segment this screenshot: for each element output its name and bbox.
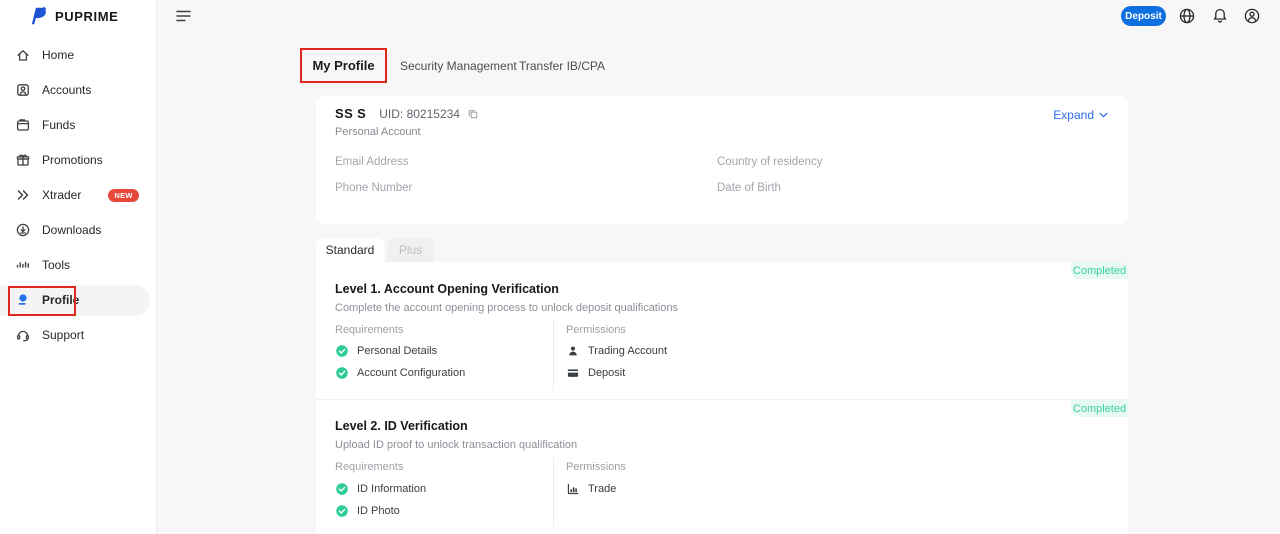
account-type: Personal Account — [335, 126, 421, 138]
check-circle-icon — [335, 482, 349, 496]
person-icon — [566, 344, 580, 358]
verification-panel: Completed Level 1. Account Opening Verif… — [316, 262, 1128, 534]
requirement-label: Account Configuration — [357, 367, 465, 379]
sidebar-item-accounts[interactable]: Accounts — [0, 75, 156, 105]
requirement-item: Account Configuration — [335, 366, 465, 380]
permission-item: Trading Account — [566, 344, 667, 358]
notifications-bell-icon[interactable] — [1211, 7, 1229, 25]
sidebar-item-promotions[interactable]: Promotions — [0, 145, 156, 175]
copy-uid-icon[interactable] — [467, 108, 479, 120]
level-description: Complete the account opening process to … — [335, 302, 678, 314]
sidebar-item-downloads[interactable]: Downloads — [0, 215, 156, 245]
column-divider — [553, 457, 554, 527]
permission-item: Deposit — [566, 366, 625, 380]
brand-logo[interactable]: PUPRIME — [27, 5, 118, 27]
sidebar-item-support[interactable]: Support — [0, 320, 156, 350]
sidebar-item-xtrader[interactable]: Xtrader NEW — [0, 180, 156, 210]
user-uid: UID: 80215234 — [379, 107, 460, 121]
user-name: SS S — [335, 106, 366, 121]
profile-summary-card: SS S UID: 80215234 Expand Personal Accou… — [316, 96, 1128, 224]
tab-plus[interactable]: Plus — [387, 238, 434, 262]
account-avatar-icon[interactable] — [1243, 7, 1261, 25]
sidebar-item-profile[interactable]: Profile — [0, 285, 156, 315]
headset-icon — [15, 327, 31, 343]
tab-security-management[interactable]: Security Management — [400, 59, 517, 73]
field-label-email: Email Address — [335, 156, 409, 168]
sidebar-item-label: Promotions — [42, 153, 103, 167]
requirements-label: Requirements — [335, 324, 403, 336]
tab-transfer-ib-cpa[interactable]: Transfer IB/CPA — [519, 59, 605, 73]
requirement-label: ID Information — [357, 483, 426, 495]
home-icon — [15, 47, 31, 63]
level-1-section: Completed Level 1. Account Opening Verif… — [316, 262, 1128, 400]
field-label-phone: Phone Number — [335, 182, 412, 194]
requirement-label: Personal Details — [357, 345, 437, 357]
chevron-down-icon — [1099, 112, 1108, 118]
sidebar-item-label: Downloads — [42, 223, 101, 237]
tab-my-profile[interactable]: My Profile — [300, 48, 387, 83]
chart-icon — [566, 482, 580, 496]
bank-card-icon — [566, 366, 580, 380]
sidebar-item-funds[interactable]: Funds — [0, 110, 156, 140]
permission-label: Trading Account — [588, 345, 667, 357]
sidebar-item-label: Support — [42, 328, 84, 342]
sidebar-item-label: Home — [42, 48, 74, 62]
menu-toggle-icon[interactable] — [175, 8, 193, 24]
check-circle-icon — [335, 504, 349, 518]
new-badge: NEW — [108, 189, 138, 202]
permission-item: Trade — [566, 482, 616, 496]
permission-label: Trade — [588, 483, 616, 495]
check-circle-icon — [335, 344, 349, 358]
deposit-button[interactable]: Deposit — [1121, 6, 1166, 26]
requirements-label: Requirements — [335, 461, 403, 473]
level-2-section: Completed Level 2. ID Verification Uploa… — [316, 400, 1128, 533]
brand-name: PUPRIME — [55, 9, 118, 24]
status-badge: Completed — [1071, 400, 1128, 417]
tab-standard[interactable]: Standard — [316, 238, 384, 262]
language-globe-icon[interactable] — [1178, 7, 1196, 25]
wallet-icon — [15, 117, 31, 133]
expand-toggle[interactable]: Expand — [1053, 108, 1108, 122]
check-circle-icon — [335, 366, 349, 380]
puprime-logo-icon — [27, 5, 49, 27]
download-icon — [15, 222, 31, 238]
accounts-icon — [15, 82, 31, 98]
status-badge: Completed — [1071, 262, 1128, 279]
double-chevron-icon — [15, 187, 31, 203]
requirement-label: ID Photo — [357, 505, 400, 517]
sidebar-item-home[interactable]: Home — [0, 40, 156, 70]
permissions-label: Permissions — [566, 461, 626, 473]
requirement-item: ID Information — [335, 482, 426, 496]
level-description: Upload ID proof to unlock transaction qu… — [335, 439, 577, 451]
column-divider — [553, 320, 554, 390]
expand-label: Expand — [1053, 108, 1094, 122]
field-label-dob: Date of Birth — [717, 182, 781, 194]
level-title: Level 1. Account Opening Verification — [335, 282, 559, 296]
requirement-item: ID Photo — [335, 504, 400, 518]
field-label-country: Country of residency — [717, 156, 822, 168]
sidebar: PUPRIME Home Accounts Funds Promotions X… — [0, 0, 157, 534]
sidebar-item-label: Tools — [42, 258, 70, 272]
profile-icon — [15, 292, 31, 308]
level-title: Level 2. ID Verification — [335, 419, 468, 433]
sidebar-item-label: Accounts — [42, 83, 91, 97]
sidebar-item-label: Profile — [42, 293, 79, 307]
permissions-label: Permissions — [566, 324, 626, 336]
requirement-item: Personal Details — [335, 344, 437, 358]
tools-icon — [15, 257, 31, 273]
gift-icon — [15, 152, 31, 168]
sidebar-item-tools[interactable]: Tools — [0, 250, 156, 280]
sidebar-item-label: Funds — [42, 118, 75, 132]
sidebar-item-label: Xtrader — [42, 188, 81, 202]
tab-label: My Profile — [312, 58, 374, 73]
permission-label: Deposit — [588, 367, 625, 379]
